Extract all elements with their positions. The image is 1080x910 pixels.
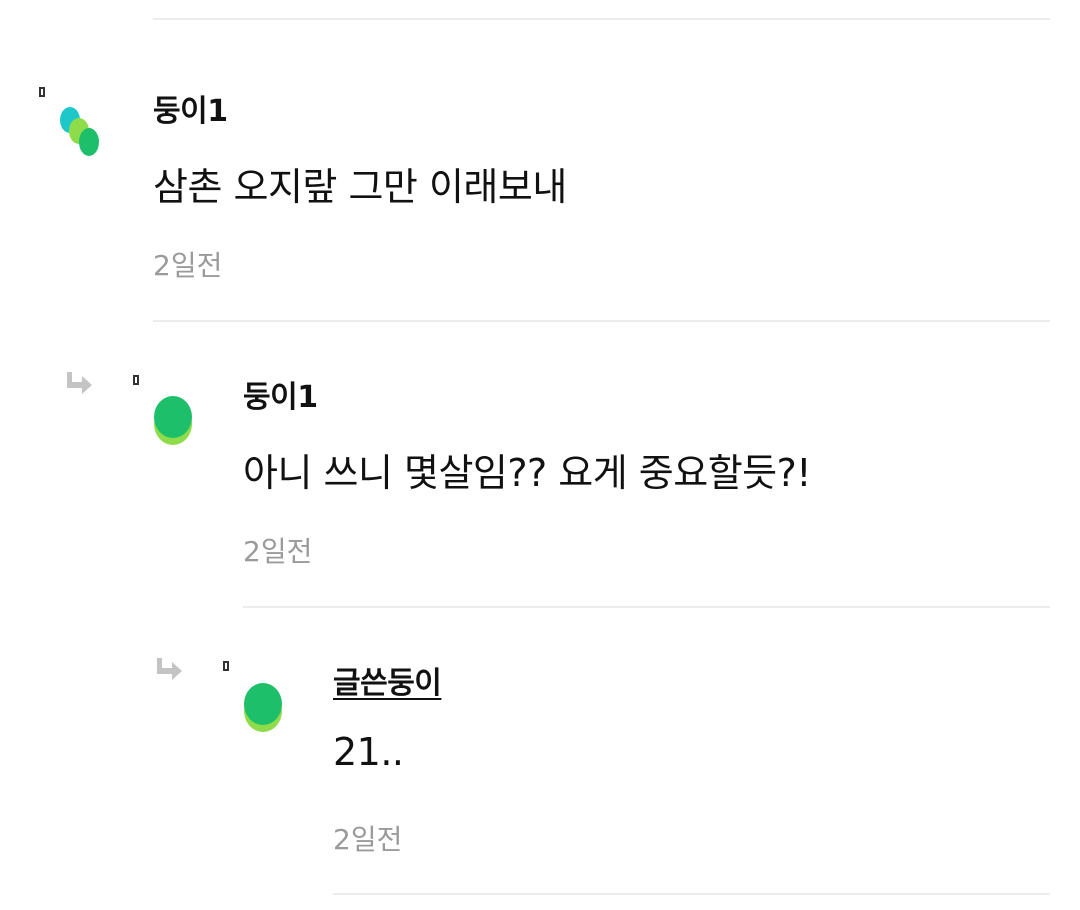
marker-icon [39, 87, 45, 97]
divider [153, 320, 1050, 322]
green-blob-avatar-icon[interactable] [243, 680, 285, 734]
comment-author[interactable]: 둥이1 [243, 372, 318, 416]
comment-text: 아니 쓰니 몇살임?? 요게 중요할듯?! [243, 451, 812, 495]
comment-author-op[interactable]: 글쓴둥이 [333, 658, 442, 702]
marker-icon [133, 375, 139, 385]
comment-thread: 둥이1 삼촌 오지랖 그만 이래보내 2일전 둥이1 아니 쓰니 몇살임?? 요… [0, 0, 1080, 910]
divider [243, 606, 1050, 608]
multicolor-blob-avatar-icon[interactable] [58, 104, 102, 160]
divider [333, 893, 1050, 895]
reply-arrow-icon [157, 658, 182, 680]
divider-top [153, 18, 1050, 20]
comment-text: 삼촌 오지랖 그만 이래보내 [153, 165, 567, 209]
comment-text: 21.. [333, 730, 404, 774]
comment-author[interactable]: 둥이1 [153, 86, 228, 130]
green-blob-avatar-icon[interactable] [153, 393, 195, 447]
marker-icon [223, 661, 229, 671]
comment-timestamp: 2일전 [243, 535, 313, 568]
reply-arrow-icon [67, 372, 92, 394]
comment-timestamp: 2일전 [153, 249, 223, 282]
comment-timestamp: 2일전 [333, 823, 403, 856]
